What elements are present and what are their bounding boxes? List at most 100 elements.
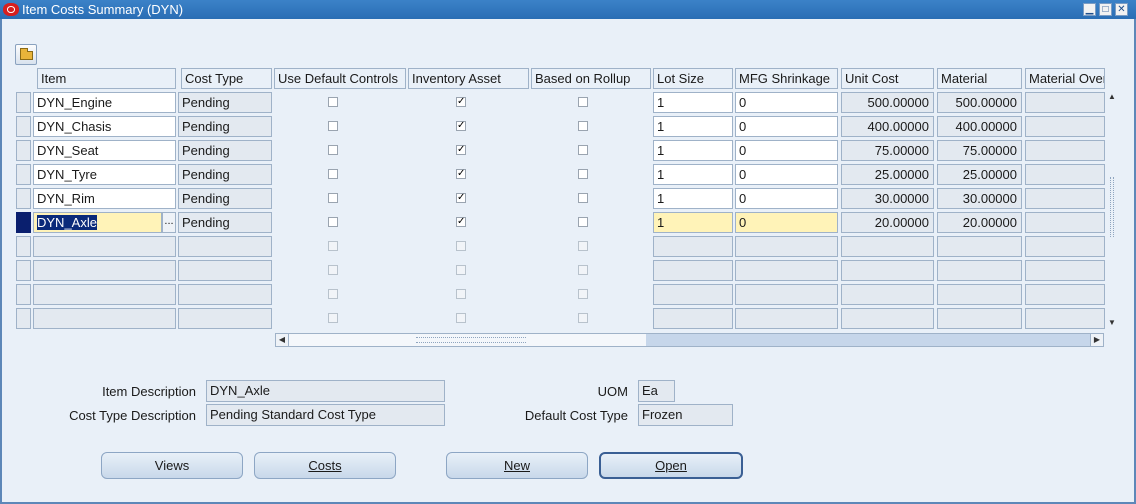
item-field[interactable]: [33, 260, 176, 281]
lot-size-field[interactable]: 1: [653, 116, 733, 137]
use-default-controls-checkbox[interactable]: [328, 193, 338, 203]
header-item[interactable]: Item: [37, 68, 176, 89]
item-field[interactable]: DYN_Tyre: [33, 164, 176, 185]
material-field[interactable]: [937, 236, 1022, 257]
unit-cost-field[interactable]: 75.00000: [841, 140, 934, 161]
material-overhead-field[interactable]: [1025, 188, 1105, 209]
based-on-rollup-checkbox[interactable]: [578, 121, 588, 131]
minimize-button[interactable]: ▁: [1083, 3, 1096, 16]
row-selector[interactable]: [16, 236, 31, 257]
inventory-asset-checkbox[interactable]: ✓: [456, 121, 466, 131]
item-description-field[interactable]: DYN_Axle: [206, 380, 445, 402]
lot-size-field[interactable]: 1: [653, 212, 733, 233]
scroll-up-icon[interactable]: ▲: [1106, 92, 1118, 102]
horizontal-scrollbar[interactable]: ◀ ▶: [275, 333, 1104, 347]
material-overhead-field[interactable]: [1025, 212, 1105, 233]
cost-type-field[interactable]: Pending: [178, 116, 272, 137]
uom-field[interactable]: Ea: [638, 380, 675, 402]
material-overhead-field[interactable]: [1025, 92, 1105, 113]
mfg-shrinkage-field[interactable]: [735, 284, 838, 305]
cost-type-field[interactable]: [178, 308, 272, 329]
lot-size-field[interactable]: [653, 236, 733, 257]
material-field[interactable]: 500.00000: [937, 92, 1022, 113]
material-field[interactable]: [937, 284, 1022, 305]
new-button[interactable]: New: [446, 452, 588, 479]
scroll-left-icon[interactable]: ◀: [276, 334, 289, 346]
use-default-controls-checkbox[interactable]: [328, 145, 338, 155]
unit-cost-field[interactable]: 500.00000: [841, 92, 934, 113]
mfg-shrinkage-field[interactable]: 0: [735, 92, 838, 113]
lot-size-field[interactable]: 1: [653, 164, 733, 185]
scroll-right-icon[interactable]: ▶: [1090, 334, 1103, 346]
based-on-rollup-checkbox[interactable]: [578, 97, 588, 107]
close-button[interactable]: ✕: [1115, 3, 1128, 16]
row-selector[interactable]: [16, 164, 31, 185]
views-button[interactable]: Views: [101, 452, 243, 479]
default-cost-type-field[interactable]: Frozen: [638, 404, 733, 426]
mfg-shrinkage-field[interactable]: 0: [735, 116, 838, 137]
inventory-asset-checkbox[interactable]: ✓: [456, 169, 466, 179]
mfg-shrinkage-field[interactable]: 0: [735, 188, 838, 209]
cost-type-field[interactable]: [178, 260, 272, 281]
unit-cost-field[interactable]: [841, 236, 934, 257]
item-field[interactable]: [33, 308, 176, 329]
header-inventory-asset[interactable]: Inventory Asset: [408, 68, 529, 89]
mfg-shrinkage-field[interactable]: 0: [735, 212, 838, 233]
maximize-button[interactable]: □: [1099, 3, 1112, 16]
mfg-shrinkage-field[interactable]: 0: [735, 164, 838, 185]
row-selector[interactable]: [16, 188, 31, 209]
unit-cost-field[interactable]: 30.00000: [841, 188, 934, 209]
row-selector[interactable]: [16, 308, 31, 329]
cost-type-field[interactable]: Pending: [178, 92, 272, 113]
lot-size-field[interactable]: [653, 260, 733, 281]
row-selector[interactable]: [16, 92, 31, 113]
material-field[interactable]: 400.00000: [937, 116, 1022, 137]
material-field[interactable]: [937, 260, 1022, 281]
mfg-shrinkage-field[interactable]: [735, 308, 838, 329]
cost-type-field[interactable]: Pending: [178, 140, 272, 161]
based-on-rollup-checkbox[interactable]: [578, 169, 588, 179]
item-field[interactable]: [33, 284, 176, 305]
scroll-grip[interactable]: [1110, 177, 1114, 237]
material-overhead-field[interactable]: [1025, 164, 1105, 185]
lot-size-field[interactable]: 1: [653, 188, 733, 209]
unit-cost-field[interactable]: [841, 260, 934, 281]
cost-type-field[interactable]: [178, 284, 272, 305]
cost-type-field[interactable]: Pending: [178, 212, 272, 233]
lot-size-field[interactable]: [653, 284, 733, 305]
material-field[interactable]: 20.00000: [937, 212, 1022, 233]
inventory-asset-checkbox[interactable]: ✓: [456, 145, 466, 155]
material-overhead-field[interactable]: [1025, 284, 1105, 305]
unit-cost-field[interactable]: 20.00000: [841, 212, 934, 233]
item-field[interactable]: DYN_Engine: [33, 92, 176, 113]
row-selector[interactable]: [16, 284, 31, 305]
item-field[interactable]: [33, 236, 176, 257]
header-use-default-controls[interactable]: Use Default Controls: [274, 68, 406, 89]
item-field[interactable]: DYN_Axle: [33, 212, 162, 233]
cost-type-description-field[interactable]: Pending Standard Cost Type: [206, 404, 445, 426]
unit-cost-field[interactable]: [841, 284, 934, 305]
header-material[interactable]: Material: [937, 68, 1022, 89]
inventory-asset-checkbox[interactable]: ✓: [456, 217, 466, 227]
item-field[interactable]: DYN_Rim: [33, 188, 176, 209]
material-overhead-field[interactable]: [1025, 260, 1105, 281]
mfg-shrinkage-field[interactable]: 0: [735, 140, 838, 161]
lov-button[interactable]: ...: [162, 212, 176, 233]
item-field[interactable]: DYN_Seat: [33, 140, 176, 161]
cost-type-field[interactable]: [178, 236, 272, 257]
material-field[interactable]: 75.00000: [937, 140, 1022, 161]
based-on-rollup-checkbox[interactable]: [578, 145, 588, 155]
cost-type-field[interactable]: Pending: [178, 188, 272, 209]
based-on-rollup-checkbox[interactable]: [578, 193, 588, 203]
item-field[interactable]: DYN_Chasis: [33, 116, 176, 137]
scroll-down-icon[interactable]: ▼: [1106, 318, 1118, 328]
lot-size-field[interactable]: 1: [653, 140, 733, 161]
use-default-controls-checkbox[interactable]: [328, 217, 338, 227]
material-overhead-field[interactable]: [1025, 308, 1105, 329]
row-selector[interactable]: [16, 140, 31, 161]
row-selector[interactable]: [16, 260, 31, 281]
material-field[interactable]: 30.00000: [937, 188, 1022, 209]
material-overhead-field[interactable]: [1025, 116, 1105, 137]
open-folder-button[interactable]: [15, 44, 37, 65]
use-default-controls-checkbox[interactable]: [328, 169, 338, 179]
